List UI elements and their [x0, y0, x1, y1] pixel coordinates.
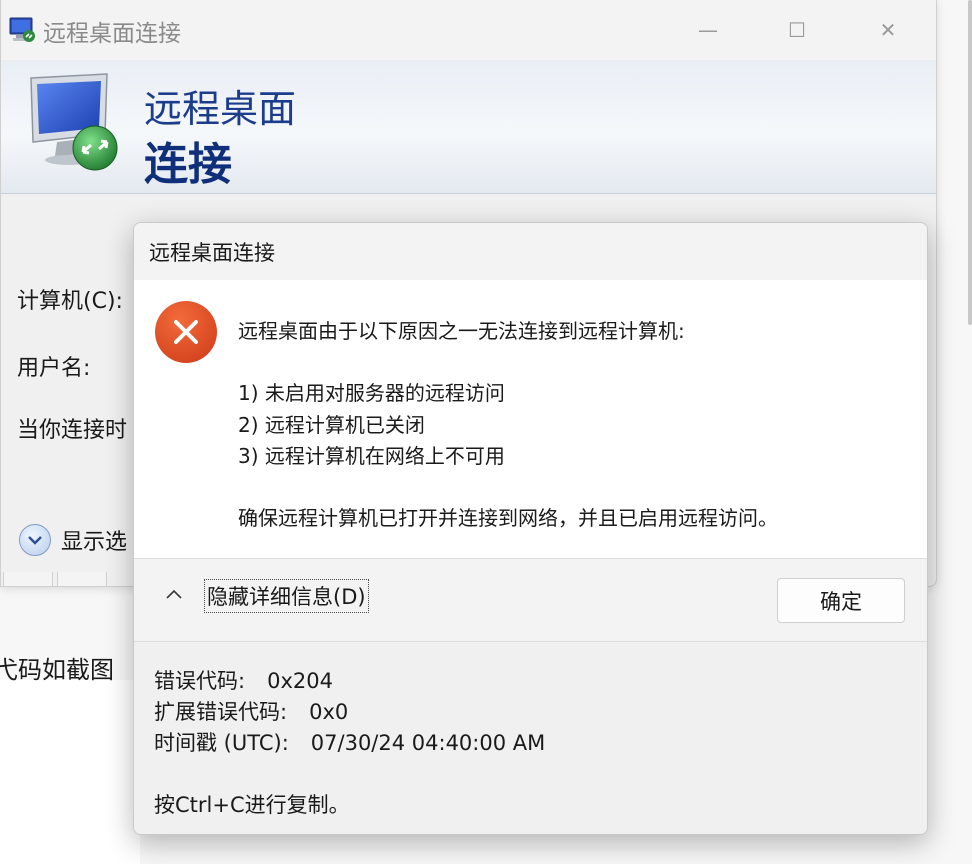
- window-titlebar: 远程桌面连接 — ☐ ✕: [1, 0, 936, 60]
- background-snippet-text: 弋码如截图: [0, 656, 114, 684]
- username-label: 用户名:: [17, 356, 91, 381]
- show-options-toggle[interactable]: 显示选: [19, 524, 127, 556]
- ok-button[interactable]: 确定: [777, 578, 905, 623]
- error-dialog: 远程桌面连接 远程桌面由于以下原因之一无法连接到远程计算机: 1) 未启用对服务…: [133, 222, 928, 835]
- app-banner: 远程桌面 连接: [1, 60, 936, 194]
- timestamp-value: 07/30/24 04:40:00 AM: [310, 731, 546, 755]
- toolbar-stub-tab: [3, 572, 53, 586]
- reason-item: 3) 远程计算机在网络上不可用: [238, 444, 505, 468]
- hide-details-button[interactable]: 隐藏详细信息(D): [204, 579, 369, 613]
- error-details-panel: 错误代码: 0x204 扩展错误代码: 0x0 时间戳 (UTC): 07/30/24…: [134, 642, 927, 834]
- window-title: 远程桌面连接: [43, 21, 181, 47]
- timestamp-label: 时间戳 (UTC):: [154, 731, 289, 755]
- banner-title-line2: 连接: [144, 139, 232, 190]
- banner-title-line1: 远程桌面: [144, 87, 297, 131]
- remote-desktop-icon: [30, 73, 118, 171]
- copy-hint: 按Ctrl+C进行复制。: [154, 793, 350, 817]
- ext-error-code-label: 扩展错误代码:: [154, 700, 288, 724]
- dialog-title: 远程桌面连接: [149, 241, 275, 265]
- timestamp-row: 时间戳 (UTC): 07/30/24 04:40:00 AM: [154, 727, 545, 757]
- error-message: 远程桌面由于以下原因之一无法连接到远程计算机:: [238, 319, 685, 343]
- dialog-titlebar: 远程桌面连接: [134, 223, 927, 280]
- remote-desktop-icon: [9, 17, 35, 42]
- computer-label: 计算机(C):: [17, 289, 123, 314]
- toolbar-stub-tab: [57, 572, 107, 586]
- dialog-body: 远程桌面由于以下原因之一无法连接到远程计算机: 1) 未启用对服务器的远程访问 …: [134, 280, 927, 558]
- connect-hint-text: 当你连接时: [17, 418, 128, 443]
- error-code-label: 错误代码:: [154, 669, 246, 693]
- reason-item: 2) 远程计算机已关闭: [238, 413, 425, 437]
- chevron-down-circle-icon: [19, 524, 51, 556]
- error-x-icon: [155, 301, 217, 363]
- maximize-button[interactable]: ☐: [774, 8, 820, 52]
- show-options-label: 显示选: [61, 530, 128, 555]
- dialog-action-bar: 隐藏详细信息(D) 确定: [134, 558, 927, 642]
- chevron-up-icon[interactable]: [164, 585, 184, 605]
- minimize-button[interactable]: —: [685, 8, 731, 52]
- close-button[interactable]: ✕: [865, 8, 911, 52]
- ensure-message: 确保远程计算机已打开并连接到网络，并且已启用远程访问。: [238, 506, 778, 530]
- scrollbar-edge: [968, 0, 972, 325]
- ext-error-code-value: 0x0: [309, 700, 349, 724]
- toolbar-stub: [1, 572, 141, 586]
- error-code-value: 0x204: [267, 669, 333, 693]
- background-white-panel: [0, 680, 140, 864]
- error-code-row: 错误代码: 0x204: [154, 665, 333, 695]
- ext-error-code-row: 扩展错误代码: 0x0: [154, 696, 348, 726]
- reason-item: 1) 未启用对服务器的远程访问: [238, 381, 505, 405]
